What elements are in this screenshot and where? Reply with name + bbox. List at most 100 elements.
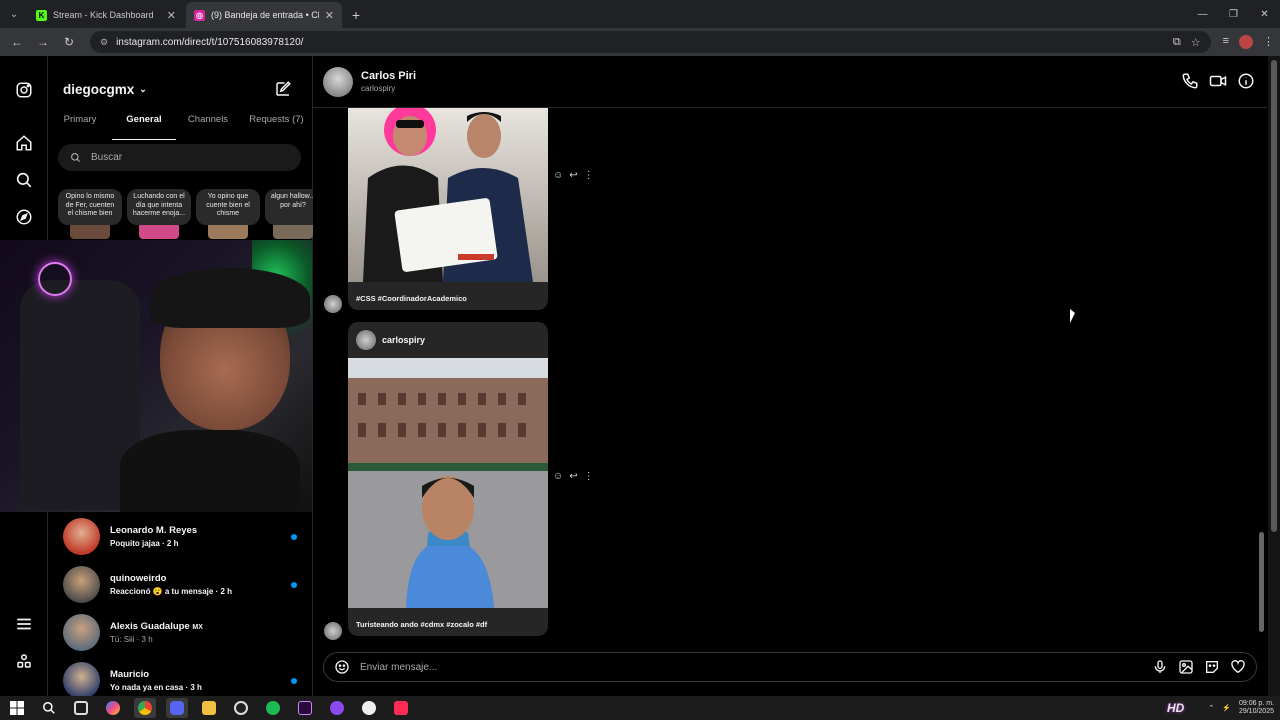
country-badge: MX (192, 623, 203, 631)
chat-scrollbar[interactable] (1258, 108, 1266, 636)
instagram-favicon-icon: ◎ (194, 9, 205, 21)
search-icon[interactable] (12, 168, 36, 192)
more-menu-icon[interactable] (12, 612, 36, 636)
also-from-meta-icon[interactable] (12, 649, 36, 673)
react-emoji-icon[interactable]: ☺ (553, 471, 563, 482)
thread-list: Leonardo M. Reyes Poquito jajaa · 2 h qu… (48, 512, 313, 704)
obs-icon[interactable] (230, 698, 252, 718)
note-item[interactable]: algun hallow... por ahí? (265, 189, 313, 239)
app-circle-icon[interactable] (326, 698, 348, 718)
note-item[interactable]: Opino lo mismo de Fer, cuenten el chisme… (58, 189, 122, 239)
premiere-icon[interactable] (294, 698, 316, 718)
search-input[interactable] (91, 152, 271, 163)
taskbar-search-icon[interactable] (38, 698, 60, 718)
contact-info[interactable]: Carlos Piri carlospiry (361, 70, 416, 93)
image-upload-icon[interactable] (1178, 659, 1194, 675)
chrome-icon[interactable] (134, 698, 156, 718)
close-tab-icon[interactable]: ✕ (325, 9, 334, 22)
streamer-cap (150, 268, 310, 328)
windows-start-icon[interactable] (6, 698, 28, 718)
account-switcher[interactable]: diegocgmx ⌄ (63, 82, 147, 97)
install-app-icon[interactable]: ⧉ (1173, 36, 1181, 49)
site-info-icon[interactable]: ⚙ (100, 37, 108, 48)
reply-icon[interactable]: ↩ (569, 170, 577, 181)
thread-item[interactable]: quinoweirdo Reaccionó 😮 a tu mensaje · 2… (48, 560, 313, 608)
address-bar[interactable]: ⚙ instagram.com/direct/t/107516083978120… (90, 31, 1211, 53)
reading-list-icon[interactable]: ≡ (1223, 35, 1229, 49)
unread-dot (291, 534, 297, 540)
contact-avatar[interactable] (323, 66, 353, 97)
post-photo-zocalo (348, 358, 548, 608)
thread-item[interactable]: Alexis Guadalupe MX Tú: Siii · 3 h (48, 608, 313, 656)
close-tab-icon[interactable]: ✕ (167, 9, 176, 22)
inbox-filter-tabs: Primary General Channels Requests (7) (48, 112, 313, 140)
shared-post[interactable]: carlospiry Turisteando ando #cdmx #zocal… (348, 322, 548, 636)
copilot-icon[interactable] (102, 698, 124, 718)
profile-avatar[interactable] (1239, 35, 1253, 49)
video-call-icon[interactable] (1209, 72, 1227, 90)
message-composer[interactable] (323, 652, 1257, 682)
new-tab-button[interactable]: + (344, 2, 368, 28)
tab-requests[interactable]: Requests (7) (240, 112, 313, 136)
tray-chevron-icon[interactable]: ⌃ (1208, 704, 1214, 712)
bookmark-star-icon[interactable]: ☆ (1191, 36, 1201, 49)
thread-name-text: Alexis Guadalupe (110, 620, 190, 632)
post-author[interactable]: carlospiry (348, 322, 548, 358)
tab-general[interactable]: General (112, 112, 176, 140)
spotify-icon[interactable] (262, 698, 284, 718)
tiktok-icon[interactable] (390, 698, 412, 718)
explore-icon[interactable] (12, 205, 36, 229)
note-avatar (208, 225, 248, 239)
discord-icon[interactable] (166, 698, 188, 718)
tab-search-icon[interactable]: ⌄ (0, 0, 28, 28)
microphone-icon[interactable] (1152, 659, 1168, 675)
more-options-icon[interactable]: ⋮ (584, 471, 594, 482)
message-input[interactable] (360, 661, 1142, 673)
search-box[interactable] (58, 144, 301, 171)
restore-icon[interactable]: ❐ (1218, 0, 1249, 28)
kick-favicon-icon: K (36, 9, 47, 21)
minimize-icon[interactable]: — (1187, 0, 1218, 28)
home-icon[interactable] (12, 131, 36, 155)
note-item[interactable]: Luchando con el día que intenta hacerme … (127, 189, 191, 239)
instagram-logo-icon[interactable] (12, 78, 36, 102)
network-icon[interactable]: ⚡ (1222, 704, 1231, 712)
reload-icon[interactable]: ↻ (58, 31, 80, 53)
note-text: Luchando con el día que intenta hacerme … (127, 189, 191, 225)
page-scrollbar-thumb[interactable] (1271, 60, 1277, 532)
thread-preview: Poquito jajaa · 2 h (110, 538, 179, 548)
avatar (63, 613, 100, 651)
clock[interactable]: 09:06 p. m. 29/10/2025 (1239, 700, 1274, 716)
note-avatar (70, 225, 110, 239)
file-explorer-icon[interactable] (198, 698, 220, 718)
alien-neon-sign-icon (38, 262, 72, 296)
heart-icon[interactable] (1230, 659, 1246, 675)
streaming-app-icon[interactable] (358, 698, 380, 718)
chat-scrollbar-thumb[interactable] (1259, 532, 1264, 632)
tab-channels[interactable]: Channels (176, 112, 240, 136)
conversation-info-icon[interactable] (1237, 72, 1255, 90)
react-emoji-icon[interactable]: ☺ (553, 170, 563, 181)
emoji-picker-icon[interactable] (334, 659, 350, 675)
close-window-icon[interactable]: ✕ (1249, 0, 1280, 28)
note-item[interactable]: Yo opino que cuente bien el chisme (196, 189, 260, 239)
avatar (63, 565, 100, 603)
back-icon[interactable]: ← (6, 31, 28, 53)
tab-primary[interactable]: Primary (48, 112, 112, 136)
more-options-icon[interactable]: ⋮ (584, 170, 594, 181)
phone-call-icon[interactable] (1181, 72, 1199, 90)
thread-item[interactable]: Leonardo M. Reyes Poquito jajaa · 2 h (48, 512, 313, 560)
forward-icon[interactable]: → (32, 31, 54, 53)
tab-kick-dashboard[interactable]: K Stream - Kick Dashboard ✕ (28, 2, 184, 28)
webcam-overlay (0, 240, 312, 512)
reply-icon[interactable]: ↩ (569, 471, 577, 482)
task-view-icon[interactable] (70, 698, 92, 718)
browser-menu-icon[interactable]: ⋮ (1263, 35, 1274, 49)
new-message-icon[interactable] (274, 80, 294, 100)
sticker-icon[interactable] (1204, 659, 1220, 675)
url-text: instagram.com/direct/t/107516083978120/ (116, 36, 304, 48)
page-scrollbar[interactable] (1268, 56, 1280, 696)
shared-post[interactable]: #CSS #CoordinadorAcademico (348, 108, 548, 310)
tab-instagram-chats[interactable]: ◎ (9) Bandeja de entrada • Chats ✕ (186, 2, 342, 28)
sender-avatar (324, 622, 342, 640)
